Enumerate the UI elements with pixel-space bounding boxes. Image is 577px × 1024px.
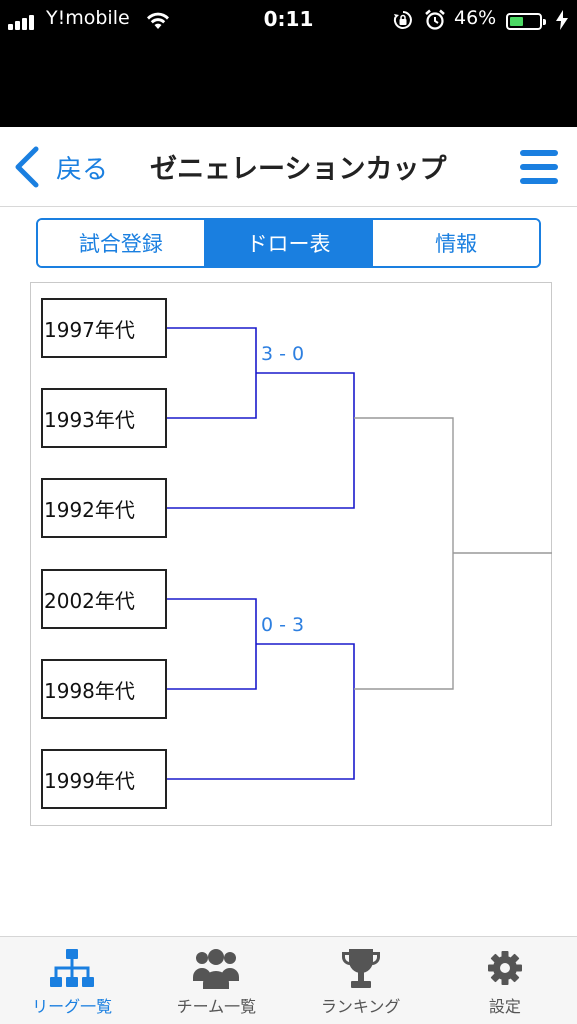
match-score[interactable]: 3 - 0 <box>261 343 304 365</box>
bracket-line-final <box>354 417 552 690</box>
segment-draw-table[interactable]: ドロー表 <box>203 220 372 266</box>
bracket-line-match-1 <box>166 327 355 509</box>
team-slot[interactable]: 2002年代 <box>41 569 167 629</box>
gear-icon <box>487 951 522 985</box>
tab-settings[interactable]: 設定 <box>433 937 577 1024</box>
tab-team-list[interactable]: チーム一覧 <box>144 937 288 1024</box>
back-label: 戻る <box>56 154 109 185</box>
team-slot[interactable]: 1999年代 <box>41 749 167 809</box>
tab-label: ランキング <box>320 997 401 1016</box>
team-slot[interactable]: 1998年代 <box>41 659 167 719</box>
charging-bolt-icon <box>556 10 568 30</box>
menu-button[interactable] <box>520 150 558 184</box>
tab-label: リーグ一覧 <box>32 997 113 1016</box>
back-button[interactable]: 戻る <box>12 145 108 189</box>
tab-bar: リーグ一覧 チーム一覧 ランキング 設定 <box>0 936 577 1024</box>
battery-icon <box>506 13 546 30</box>
rotation-lock-icon <box>393 11 412 29</box>
trophy-icon <box>341 949 380 988</box>
tab-label: チーム一覧 <box>176 997 257 1016</box>
segment-info[interactable]: 情報 <box>371 220 539 266</box>
alarm-icon <box>425 9 445 30</box>
match-score[interactable]: 0 - 3 <box>261 614 304 636</box>
team-users-icon <box>193 949 240 989</box>
tournament-tree-icon <box>50 949 95 987</box>
status-bar: Y!mobile 0:11 46% <box>0 0 577 127</box>
tab-ranking[interactable]: ランキング <box>289 937 433 1024</box>
tournament-bracket: 1997年代 1993年代 1992年代 2002年代 1998年代 1999年… <box>30 282 552 826</box>
segmented-control: 試合登録 ドロー表 情報 <box>36 218 541 268</box>
navigation-bar: 戻る ゼニェレーションカップ <box>0 127 577 207</box>
chevron-left-icon <box>15 146 39 188</box>
segment-match-registration[interactable]: 試合登録 <box>38 220 204 266</box>
team-slot[interactable]: 1992年代 <box>41 478 167 538</box>
bracket-line-match-2 <box>166 598 355 780</box>
page-title: ゼニェレーションカップ <box>150 154 447 185</box>
tab-league-list[interactable]: リーグ一覧 <box>0 937 144 1024</box>
team-slot[interactable]: 1997年代 <box>41 298 167 358</box>
tab-label: 設定 <box>488 997 521 1016</box>
team-slot[interactable]: 1993年代 <box>41 388 167 448</box>
battery-percentage: 46% <box>454 7 497 29</box>
